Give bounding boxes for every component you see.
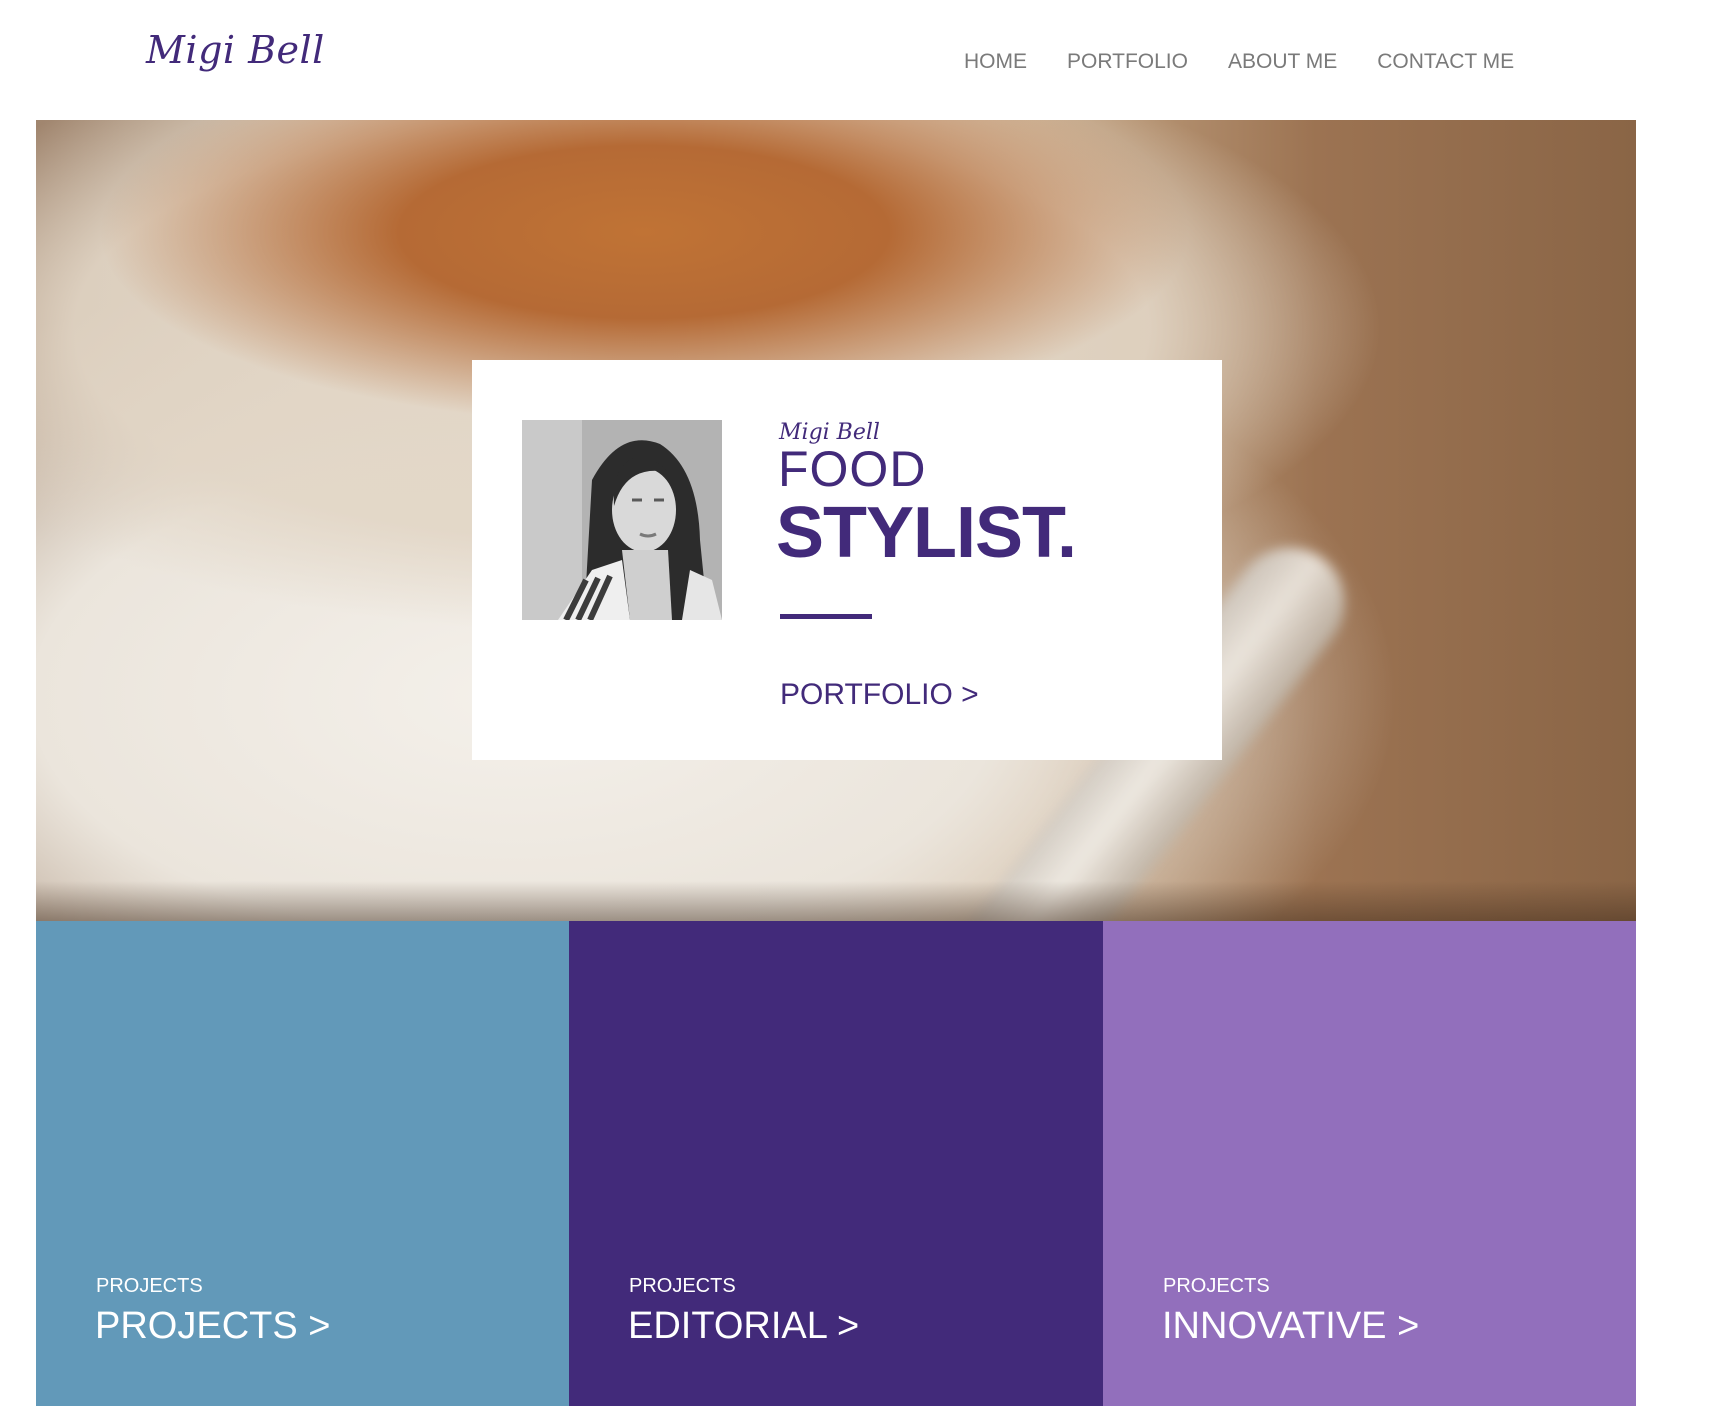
nav-home-link[interactable]: HOME: [964, 50, 1027, 74]
editorial-link[interactable]: EDITORIAL >: [628, 1305, 859, 1348]
tile-kicker: PROJECTS: [1163, 1275, 1270, 1297]
nav-about-link[interactable]: ABOUT ME: [1228, 50, 1337, 74]
card-divider: [780, 614, 872, 619]
main-nav: HOME PORTFOLIO ABOUT ME CONTACT ME: [964, 50, 1514, 74]
portfolio-link[interactable]: PORTFOLIO >: [780, 678, 979, 712]
site-header: Migi Bell HOME PORTFOLIO ABOUT ME CONTAC…: [0, 0, 1712, 120]
site-logo[interactable]: Migi Bell: [146, 28, 325, 72]
tile-editorial[interactable]: PROJECTS EDITORIAL >: [569, 921, 1103, 1406]
card-title-food: FOOD: [778, 441, 927, 497]
nav-portfolio-link[interactable]: PORTFOLIO: [1067, 50, 1188, 74]
portrait-photo: [522, 420, 722, 620]
tile-projects[interactable]: PROJECTS PROJECTS >: [36, 921, 569, 1406]
card-title-stylist: STYLIST.: [776, 493, 1077, 573]
hero-banner: Migi Bell FOOD STYLIST. PORTFOLIO >: [36, 120, 1636, 921]
projects-link[interactable]: PROJECTS >: [95, 1305, 330, 1348]
portrait-illustration: [522, 420, 722, 620]
intro-card: Migi Bell FOOD STYLIST. PORTFOLIO >: [472, 360, 1222, 760]
innovative-link[interactable]: INNOVATIVE >: [1162, 1305, 1419, 1348]
tile-kicker: PROJECTS: [629, 1275, 736, 1297]
tile-innovative[interactable]: PROJECTS INNOVATIVE >: [1103, 921, 1636, 1406]
tile-kicker: PROJECTS: [96, 1275, 203, 1297]
hero-shadow: [36, 881, 1636, 921]
nav-contact-link[interactable]: CONTACT ME: [1377, 50, 1514, 74]
